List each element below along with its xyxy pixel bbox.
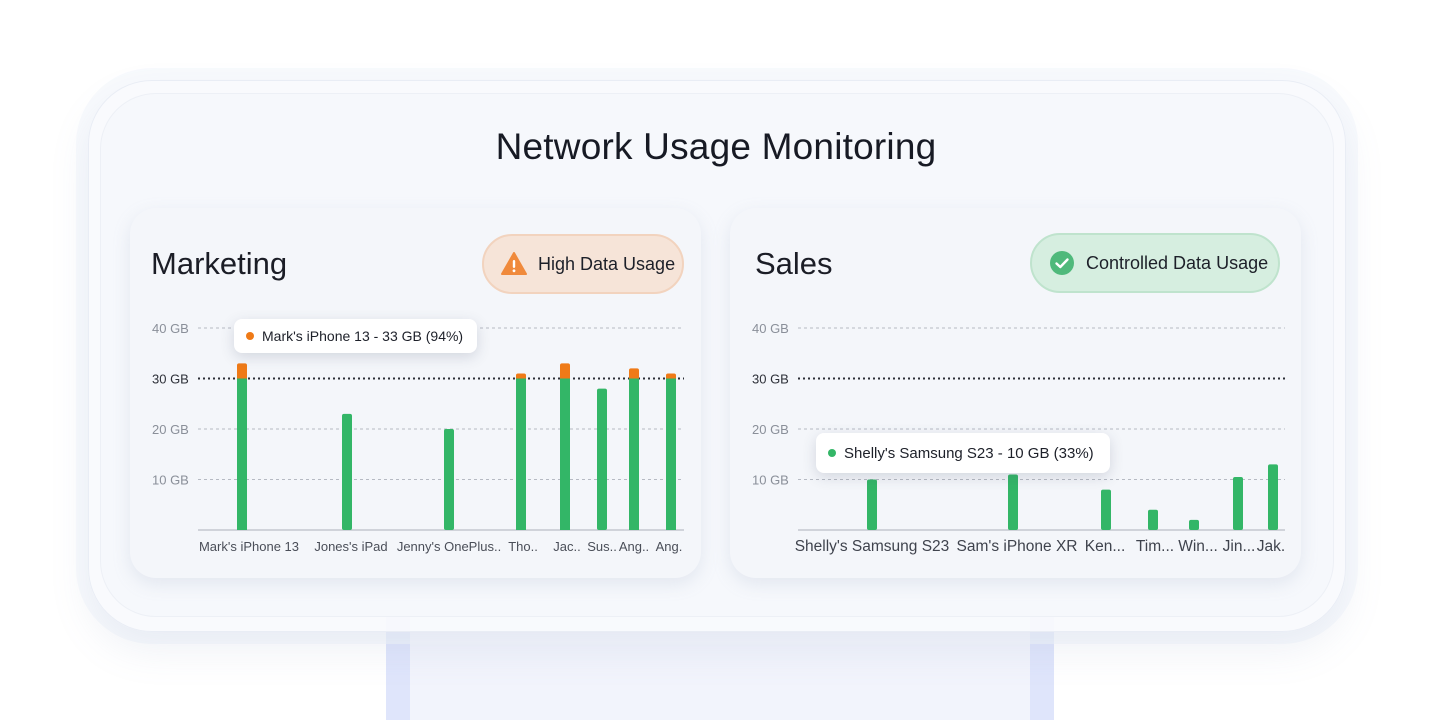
x-tick-label: Jak. bbox=[1257, 538, 1285, 555]
y-tick-label: 40 GB bbox=[752, 321, 789, 336]
y-tick-label: 20 GB bbox=[752, 422, 789, 437]
bar[interactable] bbox=[1008, 474, 1018, 530]
bar-segment bbox=[1189, 519, 1199, 530]
x-tick-label: Jin... bbox=[1223, 538, 1256, 555]
bar-segment bbox=[1233, 476, 1243, 530]
y-tick-label: 10 GB bbox=[752, 473, 789, 488]
bar[interactable] bbox=[1101, 489, 1111, 530]
sales-bar-chart: 10 GB 20 GB 30 GB 40 GB Shelly's Samsung S23… bbox=[752, 321, 1285, 555]
bar[interactable] bbox=[1148, 509, 1158, 530]
bar[interactable] bbox=[1268, 464, 1278, 530]
bar-segment bbox=[1268, 464, 1278, 530]
x-tick-label: Tim... bbox=[1136, 538, 1174, 555]
tooltip-sales: Shelly's Samsung S23 - 10 GB (33%) bbox=[816, 433, 1110, 473]
bar-segment bbox=[1101, 489, 1111, 530]
bar-segment bbox=[1148, 509, 1158, 530]
bar-segment bbox=[867, 479, 877, 530]
x-tick-label: Sam's iPhone XR bbox=[957, 538, 1078, 555]
bar[interactable] bbox=[867, 479, 877, 531]
x-tick-label: Ken... bbox=[1085, 538, 1126, 555]
tooltip-dot bbox=[828, 449, 836, 457]
x-tick-label: Shelly's Samsung S23 bbox=[795, 538, 950, 555]
bar-segment bbox=[1008, 474, 1018, 530]
y-tick-label: 30 GB bbox=[752, 372, 789, 387]
bar[interactable] bbox=[1189, 519, 1199, 530]
x-tick-label: Win... bbox=[1178, 538, 1218, 555]
tooltip-text: Shelly's Samsung S23 - 10 GB (33%) bbox=[844, 444, 1094, 462]
bar[interactable] bbox=[1233, 476, 1243, 530]
